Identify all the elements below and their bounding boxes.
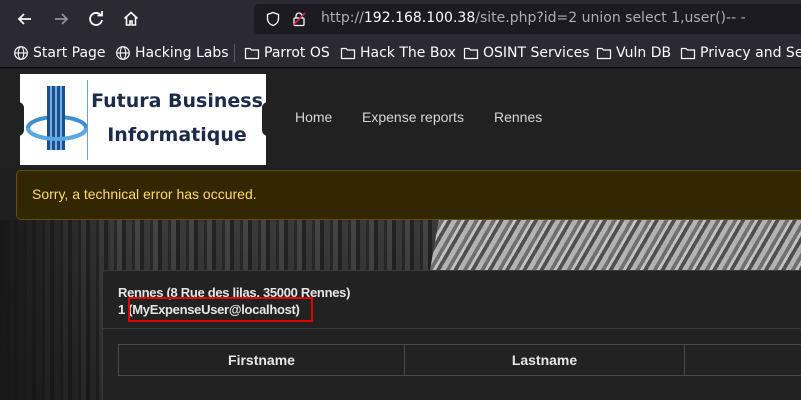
red-highlight-box [128,297,313,322]
bookmark-hacking-labs[interactable]: Hacking Labs [115,44,229,62]
globe-icon [116,46,130,60]
logo-notch [16,102,24,136]
globe-icon [14,46,28,60]
employee-table: Firstname Lastname [118,344,801,376]
web-page: Futura Business Informatique Home Expens… [0,69,801,400]
column-header-firstname[interactable]: Firstname [119,345,405,375]
url-bar[interactable]: http://192.168.100.38/site.php?id=2 unio… [254,4,801,34]
alert-message: Sorry, a technical error has occured. [32,186,257,202]
logo-title: Futura Business [91,90,263,112]
arrow-right-icon [55,13,69,25]
home-button[interactable] [119,7,143,31]
folder-icon [463,47,479,60]
nav-link-rennes[interactable]: Rennes [494,109,542,125]
office-card: Rennes (8 Rue des lilas, 35000 Rennes) 1… [102,270,801,400]
bookmark-label: Hacking Labs [135,45,229,61]
bookmark-folder-vuln-db[interactable]: Vuln DB [596,44,671,62]
reload-icon [89,11,103,26]
logo[interactable]: Futura Business Informatique [16,74,270,165]
bookmark-folder-privacy-and-security[interactable]: Privacy and Security [680,44,801,62]
error-alert: Sorry, a technical error has occured. [16,170,801,220]
hero-shade [0,220,110,400]
folder-icon [340,47,356,60]
folder-icon [680,47,696,60]
shield-icon[interactable] [265,11,281,27]
back-button[interactable] [13,7,37,31]
forward-button[interactable] [49,7,73,31]
home-icon [123,11,139,26]
nav-link-home[interactable]: Home [295,109,332,125]
bookmark-label: Start Page [33,45,106,61]
bookmark-label: Vuln DB [616,45,672,61]
folder-icon [244,47,260,60]
building-logo-icon [26,86,88,150]
bookmark-label: Privacy and Security [700,45,801,61]
site-navbar: Futura Business Informatique Home Expens… [0,69,801,167]
folder-icon [596,47,612,60]
bookmark-label: Parrot OS [264,45,330,61]
logo-subtitle: Informatique [107,124,247,146]
url-path: /site.php?id=2 union select 1,user()-- - [475,10,746,26]
card-divider [103,328,801,329]
nav-link-expense-reports[interactable]: Expense reports [362,109,464,125]
url-text[interactable]: http://192.168.100.38/site.php?id=2 unio… [321,10,746,26]
bookmark-separator [234,44,235,62]
insecure-lock-icon[interactable] [291,11,307,27]
result-id: 1 [118,302,129,317]
browser-toolbar: http://192.168.100.38/site.php?id=2 unio… [0,0,801,38]
bookmark-start-page[interactable]: Start Page [13,44,106,62]
bookmark-folder-hack-the-box[interactable]: Hack The Box [340,44,456,62]
arrow-left-icon [17,13,31,25]
reload-button[interactable] [84,7,108,31]
bookmark-folder-osint-services[interactable]: OSINT Services [463,44,590,62]
bookmark-label: Hack The Box [360,45,456,61]
url-host: 192.168.100.38 [363,10,476,26]
bookmark-label: OSINT Services [483,45,590,61]
bookmark-folder-parrot-os[interactable]: Parrot OS [244,44,330,62]
column-header-extra[interactable] [685,345,801,375]
url-scheme: http:// [321,10,364,26]
column-header-lastname[interactable]: Lastname [405,345,685,375]
